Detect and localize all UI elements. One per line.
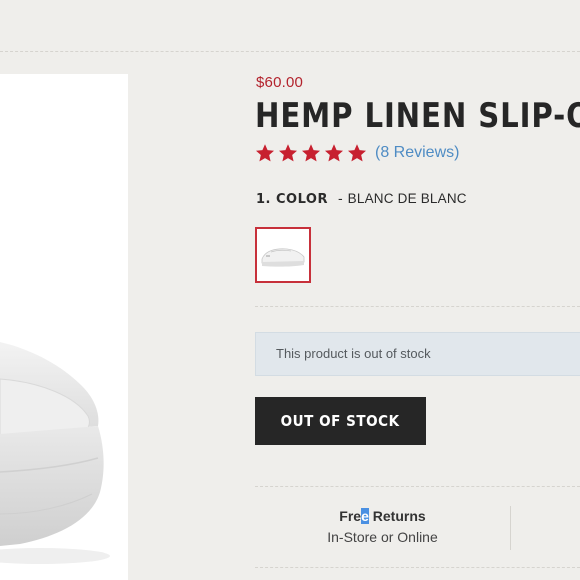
- section-divider: [255, 306, 580, 307]
- shoe-image: [0, 342, 110, 564]
- color-swatch-blanc-de-blanc[interactable]: [255, 227, 311, 283]
- star-icon: [279, 144, 297, 162]
- out-of-stock-button[interactable]: OUT OF STOCK: [255, 397, 426, 445]
- product-image[interactable]: [0, 74, 128, 580]
- text-selection-highlight: e: [361, 508, 369, 524]
- free-returns-heading: Free Returns: [300, 508, 465, 524]
- top-divider: [0, 51, 580, 52]
- section-divider-bottom: [255, 486, 580, 487]
- free-returns-info: Free Returns In-Store or Online: [300, 508, 465, 545]
- shoe-thumbnail-icon: [257, 229, 309, 281]
- free-returns-heading-end: Returns: [368, 508, 426, 524]
- page-bottom-divider: [255, 567, 580, 568]
- free-returns-heading-start: Fre: [339, 508, 362, 524]
- out-of-stock-button-label: OUT OF STOCK: [280, 412, 400, 430]
- product-title: HEMP LINEN SLIP-O: [255, 96, 580, 136]
- star-icon: [256, 144, 274, 162]
- star-icon: [348, 144, 366, 162]
- product-price: $60.00: [256, 74, 304, 91]
- returns-divider: [510, 506, 511, 550]
- reviews-link[interactable]: (8 Reviews): [375, 144, 459, 162]
- rating-stars: [255, 143, 367, 163]
- out-of-stock-notice: This product is out of stock: [255, 332, 580, 376]
- product-rating[interactable]: (8 Reviews): [255, 143, 459, 163]
- star-icon: [325, 144, 343, 162]
- color-separator: -: [337, 190, 343, 206]
- out-of-stock-message: This product is out of stock: [276, 346, 431, 361]
- color-label: 1. COLOR: [256, 192, 328, 207]
- color-selector-label: 1. COLOR - BLANC DE BLANC: [256, 190, 467, 207]
- free-returns-subtext: In-Store or Online: [327, 529, 438, 545]
- color-value: BLANC DE BLANC: [347, 191, 467, 206]
- star-icon: [302, 144, 320, 162]
